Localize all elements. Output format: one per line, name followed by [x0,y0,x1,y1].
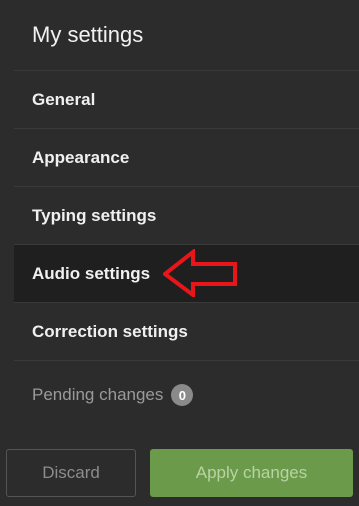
apply-changes-button[interactable]: Apply changes [150,449,353,497]
pending-count-badge: 0 [171,384,194,406]
action-bar: Discard Apply changes [6,449,359,499]
red-left-arrow-icon [163,249,237,297]
pending-changes: Pending changes 0 [14,361,359,429]
settings-title: My settings [14,0,359,71]
menu-item-correction-settings[interactable]: Correction settings [14,303,359,361]
menu-item-general[interactable]: General [14,71,359,129]
menu-item-appearance[interactable]: Appearance [14,129,359,187]
pending-changes-label: Pending changes [32,385,164,404]
menu-item-typing-settings[interactable]: Typing settings [14,187,359,245]
discard-button[interactable]: Discard [6,449,136,497]
